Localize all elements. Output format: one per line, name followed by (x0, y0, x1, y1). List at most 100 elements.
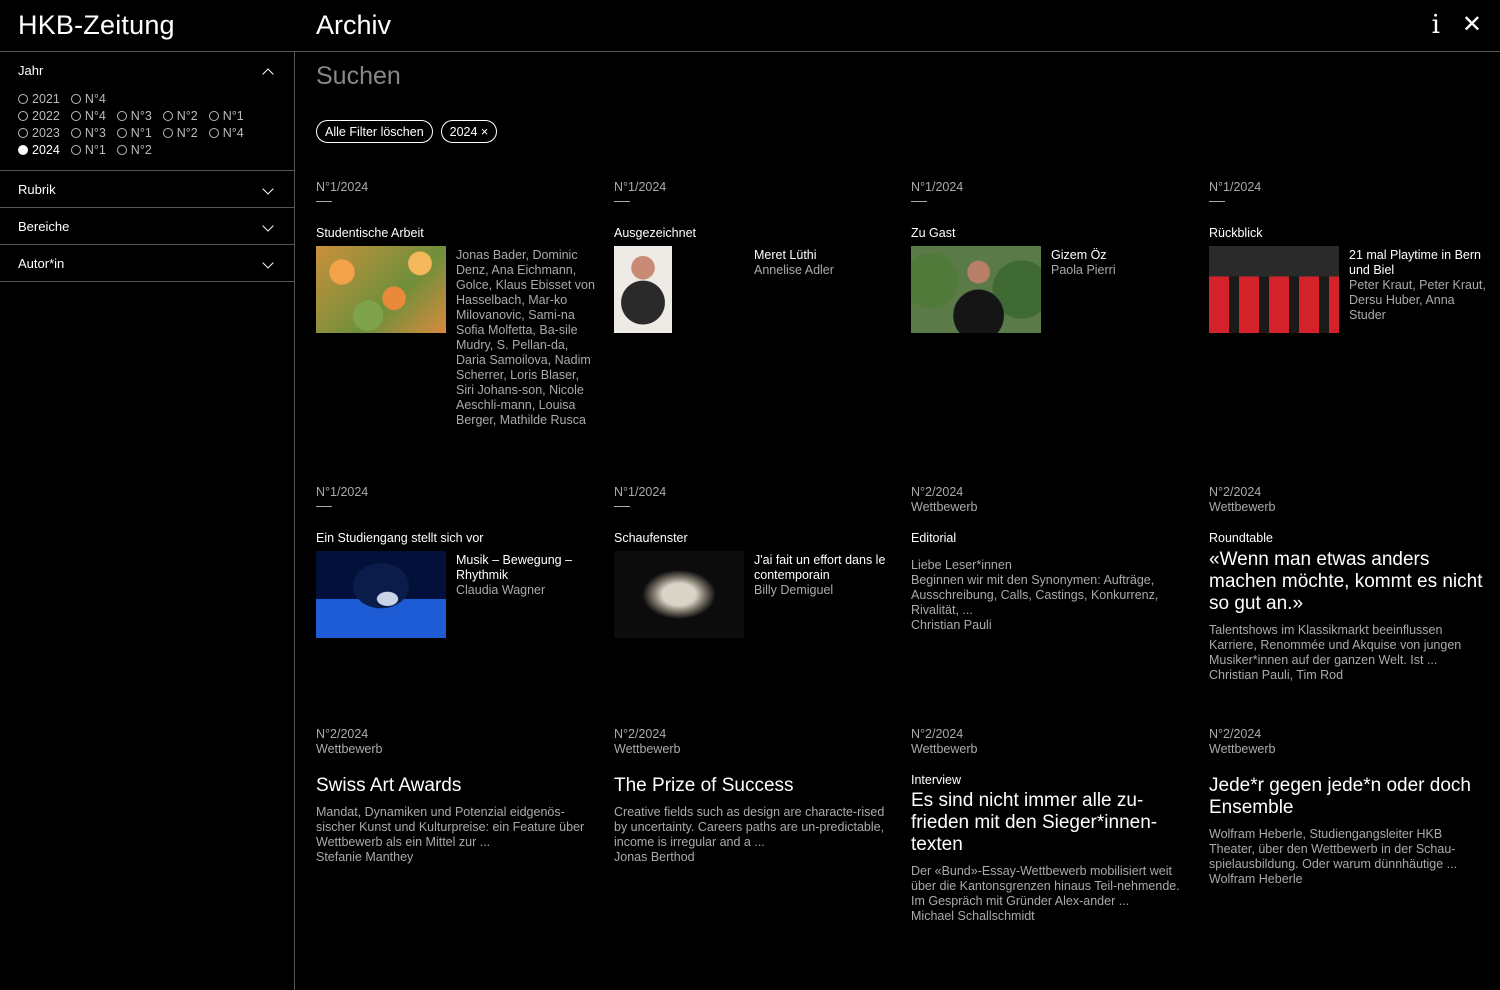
filter-jahr: Jahr 2021 N°4 2022 N°4 N°3 N°2 N°1 2023 … (0, 52, 294, 171)
article-text: Liebe Leser*innen Beginnen wir mit den S… (911, 558, 1191, 633)
chevron-down-icon (262, 220, 274, 232)
article-card[interactable]: N°2/2024 Wettbewerb Roundtable «Wenn man… (1209, 485, 1489, 685)
issue-option[interactable]: N°1 (70, 143, 106, 157)
issue-option[interactable]: N°2 (162, 126, 198, 140)
article-card[interactable]: N°2/2024 Wettbewerb Jede*r gegen jede*n … (1209, 727, 1489, 927)
article-authors: Christian Pauli, Tim Rod (1209, 668, 1344, 682)
article-title: Jede*r gegen jede*n oder doch Ensemble (1209, 775, 1471, 818)
chevron-down-icon (262, 257, 274, 269)
article-card[interactable]: N°1/2024 Zu Gast Gizem Öz Paola Pierri (911, 180, 1191, 400)
divider (911, 201, 927, 202)
issue-option[interactable]: N°3 (116, 109, 152, 123)
radio-icon (70, 93, 81, 104)
article-image (614, 551, 744, 638)
year-option-2023[interactable]: 2023 (18, 126, 60, 140)
article-authors: Peter Kraut, Peter Kraut, Dersu Huber, A… (1349, 278, 1486, 322)
rubrik-label: Ein Studiengang stellt sich vor (316, 531, 484, 545)
article-card[interactable]: N°1/2024 Rückblick 21 mal Playtime in Be… (1209, 180, 1489, 400)
rubrik-label: Ausgezeichnet (614, 226, 697, 240)
filter-chip-2024[interactable]: 2024 × (440, 120, 498, 143)
year-option-2024[interactable]: 2024 (18, 143, 60, 157)
info-icon[interactable]: i (1432, 12, 1440, 38)
article-card[interactable]: N°2/2024 Wettbewerb Swiss Art Awards Man… (316, 727, 596, 927)
filter-rubrik-label: Rubrik (18, 182, 56, 197)
article-title: Liebe Leser*innen (911, 558, 1012, 572)
filter-sidebar: Jahr 2021 N°4 2022 N°4 N°3 N°2 N°1 2023 … (0, 52, 295, 990)
year-option-2021[interactable]: 2021 (18, 92, 60, 106)
issue-label: N°2/2024 (316, 727, 369, 741)
article-meta: Meret Lüthi Annelise Adler (754, 248, 894, 278)
search-input[interactable] (316, 62, 1016, 91)
article-text: Es sind nicht immer alle zu-frieden mit … (911, 790, 1191, 924)
filter-bereiche-toggle[interactable]: Bereiche (0, 208, 294, 244)
article-title: The Prize of Success (614, 775, 794, 796)
theme-label: Wettbewerb (911, 742, 978, 756)
issue-option[interactable]: N°2 (116, 143, 152, 157)
filter-bereiche-label: Bereiche (18, 219, 70, 234)
archive-main: Alle Filter löschen 2024 × N°1/2024 Stud… (316, 52, 1500, 990)
issue-label: N°2/2024 (1209, 485, 1262, 499)
filter-autorin-toggle[interactable]: Autor*in (0, 245, 294, 281)
radio-icon (162, 110, 173, 121)
article-card[interactable]: N°1/2024 Studentische Arbeit Jonas Bader… (316, 180, 596, 450)
article-title: Es sind nicht immer alle zu-frieden mit … (911, 790, 1158, 855)
article-card[interactable]: N°1/2024 Ein Studiengang stellt sich vor… (316, 485, 596, 685)
issue-option[interactable]: N°4 (208, 126, 244, 140)
issue-option[interactable]: N°4 (70, 92, 106, 106)
year-row-2024: 2024 N°1 N°2 (18, 141, 276, 158)
issue-option[interactable]: N°4 (70, 109, 106, 123)
theme-label: Wettbewerb (316, 742, 383, 756)
filter-bereiche: Bereiche (0, 208, 294, 245)
radio-icon (208, 127, 219, 138)
chevron-up-icon (262, 68, 274, 80)
article-card[interactable]: N°1/2024 Ausgezeichnet Meret Lüthi Annel… (614, 180, 894, 400)
article-text: Jede*r gegen jede*n oder doch Ensemble W… (1209, 775, 1491, 887)
article-authors: Jonas Berthod (614, 850, 695, 864)
article-card[interactable]: N°2/2024 Wettbewerb Editorial Liebe Lese… (911, 485, 1191, 685)
divider (316, 201, 332, 202)
top-bar: HKB-Zeitung Archiv i ✕ (0, 0, 1500, 52)
issue-label: N°2/2024 (614, 727, 667, 741)
radio-selected-icon (18, 144, 28, 155)
radio-icon (70, 127, 81, 138)
article-authors: Claudia Wagner (456, 583, 546, 597)
issue-label: N°1/2024 (614, 180, 667, 194)
radio-icon (70, 110, 81, 121)
issue-option[interactable]: N°1 (116, 126, 152, 140)
article-text: The Prize of Success Creative fields suc… (614, 775, 894, 865)
filter-jahr-toggle[interactable]: Jahr (0, 52, 294, 88)
rubrik-label: Studentische Arbeit (316, 226, 424, 240)
year-option-2022[interactable]: 2022 (18, 109, 60, 123)
article-authors: Michael Schallschmidt (911, 909, 1035, 923)
issue-label: N°1/2024 (316, 180, 369, 194)
divider (316, 506, 332, 507)
top-actions: i ✕ (1432, 12, 1482, 39)
issue-option[interactable]: N°1 (208, 109, 244, 123)
article-title: Meret Lüthi (754, 248, 817, 262)
article-title: Swiss Art Awards (316, 775, 462, 796)
article-teaser: Talentshows im Klassikmarkt beeinflussen… (1209, 623, 1462, 667)
close-icon[interactable]: ✕ (1462, 12, 1482, 38)
radio-icon (116, 144, 127, 155)
article-authors: Stefanie Manthey (316, 850, 414, 864)
filter-rubrik-toggle[interactable]: Rubrik (0, 171, 294, 207)
article-meta: J'ai fait un effort dans le contemporain… (754, 553, 894, 598)
article-card[interactable]: N°1/2024 Schaufenster J'ai fait un effor… (614, 485, 894, 685)
issue-option[interactable]: N°3 (70, 126, 106, 140)
article-authors: Paola Pierri (1051, 263, 1116, 277)
year-issue-grid: 2021 N°4 2022 N°4 N°3 N°2 N°1 2023 N°3 N… (0, 88, 294, 170)
clear-filters-button[interactable]: Alle Filter löschen (316, 120, 433, 143)
article-meta: Gizem Öz Paola Pierri (1051, 248, 1191, 278)
divider (614, 201, 630, 202)
article-card[interactable]: N°2/2024 Wettbewerb Interview Es sind ni… (911, 727, 1191, 967)
filter-rubrik: Rubrik (0, 171, 294, 208)
issue-label: N°2/2024 (911, 485, 964, 499)
article-authors: Jonas Bader, Dominic Denz, Ana Eichmann,… (456, 248, 595, 427)
page-title: Archiv (316, 10, 392, 40)
filter-jahr-label: Jahr (18, 63, 44, 78)
filter-autorin: Autor*in (0, 245, 294, 282)
brand-logo[interactable]: HKB-Zeitung (18, 10, 175, 41)
rubrik-label: Schaufenster (614, 531, 688, 545)
issue-option[interactable]: N°2 (162, 109, 198, 123)
article-card[interactable]: N°2/2024 Wettbewerb The Prize of Success… (614, 727, 894, 927)
